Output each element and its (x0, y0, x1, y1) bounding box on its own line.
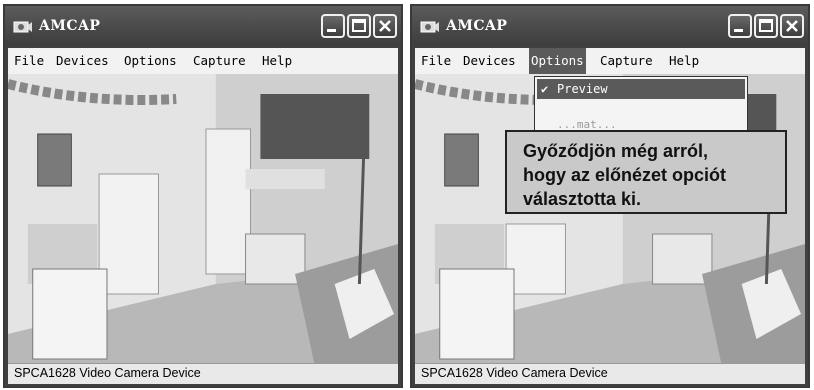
menu-devices[interactable]: Devices (461, 48, 518, 74)
menu-file[interactable]: File (12, 48, 46, 74)
minimize-icon (327, 29, 336, 32)
instruction-callout: Győződjön még arról, hogy az előnézet op… (505, 130, 787, 214)
menu-item-preview-label: Preview (557, 82, 608, 96)
status-text: SPCA1628 Video Camera Device (14, 366, 201, 380)
title-bar[interactable]: AMCAP (412, 6, 808, 46)
options-dropdown-menu: ✔ Preview ...mat... (534, 76, 748, 134)
menu-devices[interactable]: Devices (54, 48, 111, 74)
camera-icon (420, 21, 439, 33)
close-icon (379, 20, 391, 32)
menu-options[interactable]: Options (529, 48, 586, 74)
video-preview (8, 74, 398, 366)
status-bar: SPCA1628 Video Camera Device (415, 363, 805, 384)
status-text: SPCA1628 Video Camera Device (421, 366, 608, 380)
callout-text: Győződjön még arról, hogy az előnézet op… (523, 141, 727, 209)
status-bar: SPCA1628 Video Camera Device (8, 363, 398, 384)
minimize-button[interactable] (728, 14, 752, 38)
minimize-icon (734, 29, 743, 32)
window-title: AMCAP (39, 18, 101, 34)
maximize-icon (759, 19, 773, 32)
menu-capture[interactable]: Capture (598, 48, 655, 74)
menu-item-preview[interactable]: ✔ Preview (537, 79, 745, 99)
window-title: AMCAP (446, 18, 508, 34)
camera-icon (13, 21, 32, 33)
maximize-button[interactable] (754, 14, 778, 38)
checkmark-icon: ✔ (541, 82, 549, 96)
amcap-window-left: AMCAP File Devices Options Capture Help (3, 4, 403, 388)
close-button[interactable] (780, 14, 804, 38)
maximize-icon (352, 19, 366, 32)
close-icon (786, 20, 798, 32)
menu-help[interactable]: Help (667, 48, 701, 74)
room-photo (8, 74, 398, 366)
amcap-window-right: AMCAP File Devices Options Capture Help (410, 4, 810, 388)
maximize-button[interactable] (347, 14, 371, 38)
close-button[interactable] (373, 14, 397, 38)
title-bar[interactable]: AMCAP (5, 6, 401, 46)
menu-capture[interactable]: Capture (191, 48, 248, 74)
menu-help[interactable]: Help (260, 48, 294, 74)
menu-bar: File Devices Options Capture Help (415, 48, 805, 74)
menu-bar: File Devices Options Capture Help (8, 48, 398, 74)
menu-file[interactable]: File (419, 48, 453, 74)
menu-options[interactable]: Options (122, 48, 179, 74)
minimize-button[interactable] (321, 14, 345, 38)
